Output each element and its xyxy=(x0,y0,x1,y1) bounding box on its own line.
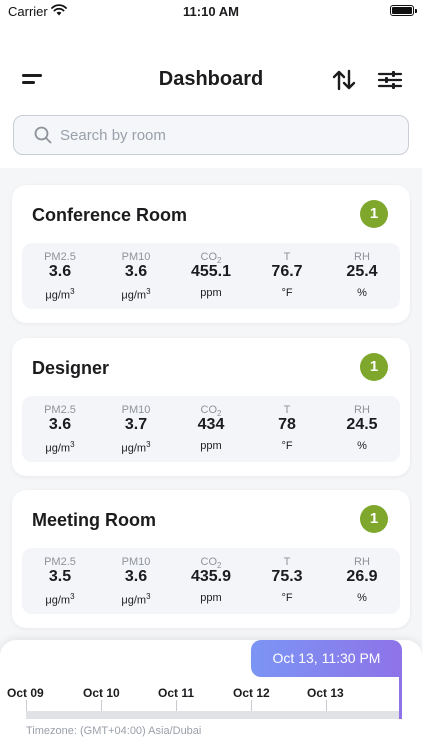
metric-co2: CO2 455.1 ppm xyxy=(173,243,249,309)
timeline-tick: Oct 09 xyxy=(7,686,44,700)
metric-label: T xyxy=(283,556,291,568)
metric-pm25: PM2.5 3.5 μg/m3 xyxy=(22,548,98,614)
room-metrics: PM2.5 3.6 μg/m3 PM10 3.6 μg/m3 CO2 455.1… xyxy=(22,243,400,309)
metric-value: 3.6 xyxy=(48,416,72,433)
menu-icon[interactable] xyxy=(22,70,46,88)
metric-unit: μg/m3 xyxy=(121,440,151,455)
metric-temperature: T 78 °F xyxy=(249,396,325,462)
metric-pm25: PM2.5 3.6 μg/m3 xyxy=(22,243,98,309)
metric-label: PM10 xyxy=(121,251,151,263)
metric-value: 25.4 xyxy=(346,263,378,280)
metric-unit: ppm xyxy=(200,592,222,604)
metric-pm10: PM10 3.7 μg/m3 xyxy=(98,396,174,462)
metric-humidity: RH 24.5 % xyxy=(324,396,400,462)
search-bar xyxy=(13,115,409,155)
metric-humidity: RH 25.4 % xyxy=(324,243,400,309)
search-icon xyxy=(34,126,52,149)
metric-value: 435.9 xyxy=(190,568,232,585)
timezone-label: Timezone: (GMT+04:00) Asia/Dubai xyxy=(26,725,202,737)
metric-label: T xyxy=(283,404,291,416)
timeline-tick: Oct 10 xyxy=(83,686,120,700)
room-status-badge: 1 xyxy=(360,505,388,533)
metric-unit: μg/m3 xyxy=(45,287,75,302)
metric-value: 3.7 xyxy=(124,416,148,433)
metric-temperature: T 75.3 °F xyxy=(249,548,325,614)
room-metrics: PM2.5 3.6 μg/m3 PM10 3.7 μg/m3 CO2 434 p… xyxy=(22,396,400,462)
metric-unit: % xyxy=(357,592,367,604)
metric-label: RH xyxy=(354,251,370,263)
timeline-tick: Oct 11 xyxy=(158,686,195,700)
metric-pm25: PM2.5 3.6 μg/m3 xyxy=(22,396,98,462)
metric-co2: CO2 435.9 ppm xyxy=(173,548,249,614)
selected-time-label: Oct 13, 11:30 PM xyxy=(251,640,402,677)
status-bar: Carrier 11:10 AM xyxy=(0,0,422,24)
metric-unit: % xyxy=(357,440,367,452)
room-name: Designer xyxy=(32,358,110,378)
metric-value: 78 xyxy=(278,416,296,433)
metric-co2: CO2 434 ppm xyxy=(173,396,249,462)
room-card-designer[interactable]: Designer 1 PM2.5 3.6 μg/m3 PM10 3.7 μg/m… xyxy=(12,338,410,476)
room-status-badge: 1 xyxy=(360,200,388,228)
room-card-meeting-room[interactable]: Meeting Room 1 PM2.5 3.5 μg/m3 PM10 3.6 … xyxy=(12,490,410,628)
metric-value: 3.6 xyxy=(124,568,148,585)
metric-unit: μg/m3 xyxy=(121,592,151,607)
timeline-tick: Oct 12 xyxy=(233,686,270,700)
metric-value: 3.5 xyxy=(48,568,72,585)
metric-label: PM2.5 xyxy=(44,556,76,568)
metric-label: PM10 xyxy=(121,404,151,416)
filter-icon[interactable] xyxy=(377,68,403,92)
nav-header: Dashboard xyxy=(0,62,422,98)
metric-label: PM2.5 xyxy=(44,404,76,416)
metric-value: 455.1 xyxy=(190,263,232,280)
metric-humidity: RH 26.9 % xyxy=(324,548,400,614)
timeline-track[interactable] xyxy=(26,711,400,719)
metric-unit: μg/m3 xyxy=(45,592,75,607)
battery-icon xyxy=(390,5,417,16)
page-title: Dashboard xyxy=(158,68,264,90)
metric-unit: % xyxy=(357,287,367,299)
room-name: Conference Room xyxy=(32,205,188,225)
metric-unit: ppm xyxy=(200,287,222,299)
metric-value: 75.3 xyxy=(271,568,303,585)
metric-unit: °F xyxy=(281,440,293,452)
metric-label: RH xyxy=(354,556,370,568)
room-name: Meeting Room xyxy=(32,510,156,530)
metric-label: T xyxy=(283,251,291,263)
metric-unit: μg/m3 xyxy=(121,287,151,302)
metric-pm10: PM10 3.6 μg/m3 xyxy=(98,243,174,309)
metric-unit: μg/m3 xyxy=(45,440,75,455)
metric-value: 434 xyxy=(197,416,225,433)
metric-value: 24.5 xyxy=(346,416,378,433)
timeline-handle[interactable] xyxy=(399,676,402,719)
metric-value: 3.6 xyxy=(48,263,72,280)
room-metrics: PM2.5 3.5 μg/m3 PM10 3.6 μg/m3 CO2 435.9… xyxy=(22,548,400,614)
metric-unit: °F xyxy=(281,287,293,299)
metric-label: PM10 xyxy=(121,556,151,568)
clock: 11:10 AM xyxy=(183,4,239,19)
room-card-conference-room[interactable]: Conference Room 1 PM2.5 3.6 μg/m3 PM10 3… xyxy=(12,185,410,323)
metric-value: 26.9 xyxy=(346,568,378,585)
room-status-badge: 1 xyxy=(360,353,388,381)
metric-pm10: PM10 3.6 μg/m3 xyxy=(98,548,174,614)
metric-temperature: T 76.7 °F xyxy=(249,243,325,309)
metric-label: RH xyxy=(354,404,370,416)
metric-unit: °F xyxy=(281,592,293,604)
metric-value: 3.6 xyxy=(124,263,148,280)
metric-value: 76.7 xyxy=(271,263,303,280)
search-input[interactable] xyxy=(60,116,390,154)
metric-unit: ppm xyxy=(200,440,222,452)
time-slider[interactable]: Oct 13, 11:30 PM Oct 09 Oct 10 Oct 11 Oc… xyxy=(0,640,422,750)
metric-label: PM2.5 xyxy=(44,251,76,263)
sort-icon[interactable] xyxy=(331,68,357,92)
timeline-tick: Oct 13 xyxy=(307,686,344,700)
